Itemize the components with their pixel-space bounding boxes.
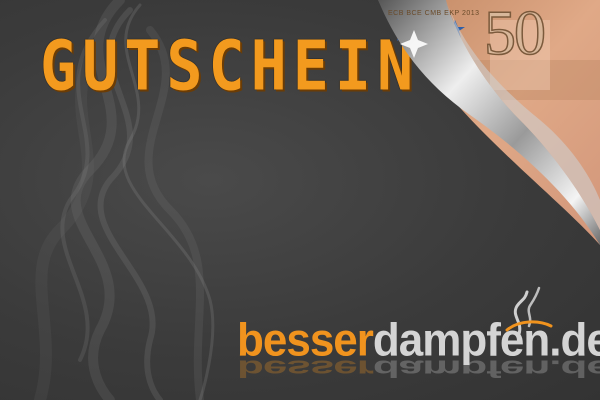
brand-reflection-besser: besser <box>237 355 373 383</box>
banknote-value: 50 <box>483 0 547 69</box>
brand-reflection-dampfen: dampfen.de <box>372 355 600 383</box>
voucher-card: GUTSCHEIN ECB BCE CMB EKP 2013 50 besser… <box>0 0 600 400</box>
banknote-issuer-text: ECB BCE CMB EKP 2013 <box>388 10 480 17</box>
